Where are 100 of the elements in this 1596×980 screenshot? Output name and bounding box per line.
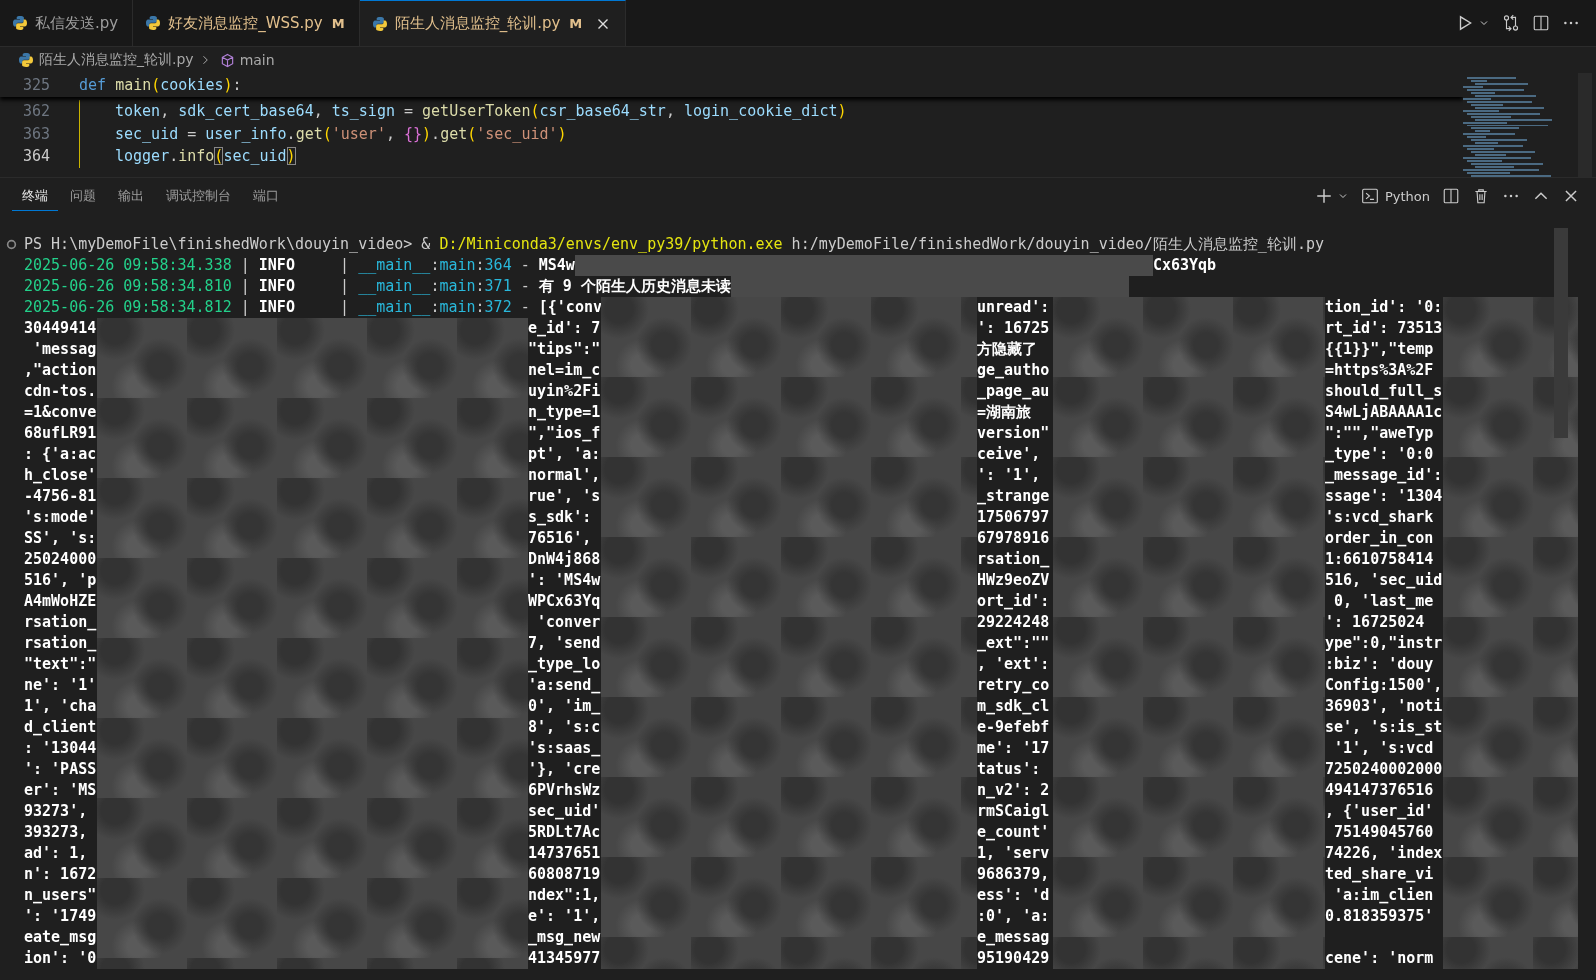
- terminal-text: 68ufLR91: [24, 423, 97, 444]
- terminal-text: rsation_: [24, 633, 97, 654]
- terminal-text: n_v2': 2: [977, 780, 1051, 801]
- terminal-line: 2025-06-26 09:58:34.810 | INFO | __main__:main:371 - 有 9 个陌生人历史消息未读: [24, 276, 731, 297]
- terminal-text: DnW4j868: [528, 549, 601, 570]
- close-icon[interactable]: [1562, 187, 1580, 205]
- line-number: 362: [21, 102, 50, 121]
- terminal-text: , {'user_id': [1325, 801, 1435, 822]
- terminal-text: tion_id': '0:: [1325, 297, 1443, 318]
- terminal-text: 1', 'cha: [24, 696, 97, 717]
- terminal-text: ndex":1,: [528, 885, 601, 906]
- terminal-text: m_sdk_cl: [977, 696, 1051, 717]
- terminal-text: 7250240002000: [1325, 759, 1443, 780]
- terminal-text: 516, 'sec_uid: [1325, 570, 1443, 591]
- terminal-text: ': '1749: [24, 906, 97, 927]
- terminal-text: _type_lo: [528, 654, 601, 675]
- terminal-text: 36903', 'noti: [1325, 696, 1443, 717]
- terminal-text: 67978916: [977, 528, 1051, 549]
- terminal-text: order_in_con: [1325, 528, 1435, 549]
- terminal-text: ,"action: [24, 360, 97, 381]
- terminal-line: 2025-06-26 09:58:34.338 | INFO | __main__:main:364 - MS4w: [24, 255, 575, 276]
- terminal-text: 's:saas_: [528, 738, 601, 759]
- terminal-text: 25024000: [24, 549, 97, 570]
- editor-tab[interactable]: 好友消息监控_WSS.py M: [133, 0, 360, 46]
- terminal-text: 9686379,: [977, 864, 1051, 885]
- terminal-text: 0, 'last_me: [1333, 591, 1435, 612]
- terminal-text: rsation_: [24, 612, 97, 633]
- terminal-text: ': '1',: [977, 465, 1042, 486]
- terminal-text: 's:mode': [24, 507, 97, 528]
- terminal-line: 2025-06-26 09:58:34.812 | INFO | __main__:main:372 - [{'conv: [24, 297, 601, 318]
- terminal-text: Cx63Yqb: [1152, 255, 1217, 276]
- terminal-line: PS H:\myDemoFile\finishedWork\douyin_video> & D:/Miniconda3/envs/env_py39/python.exe h:/myDemoFile/finishedWork/douyin_video/陌生人消息监控_轮训.py: [24, 234, 1324, 255]
- terminal-text: sec_uid': [528, 801, 601, 822]
- panel-tab[interactable]: 输出: [108, 181, 154, 211]
- terminal-text: ssage': '1304: [1325, 486, 1443, 507]
- terminal-text: 8', 's:c: [528, 717, 601, 738]
- terminal-text: ion': '0: [24, 948, 97, 969]
- terminal-text: ype":0,"instr: [1325, 633, 1443, 654]
- terminal-text: -4756-81: [24, 486, 97, 507]
- terminal-text: '1', 's:vcd: [1333, 738, 1435, 759]
- panel-tab[interactable]: 调试控制台: [156, 181, 241, 211]
- terminal-text: '}, 'cre: [528, 759, 601, 780]
- terminal-text: version": [977, 423, 1051, 444]
- terminal-text: er': 'MS: [24, 780, 97, 801]
- panel-tab[interactable]: 端口: [243, 181, 289, 211]
- terminal-text: tatus':: [977, 759, 1042, 780]
- split-editor-icon[interactable]: [1532, 14, 1550, 32]
- python-icon: [145, 15, 162, 31]
- terminal-text: should_full_s: [1325, 381, 1443, 402]
- terminal-text: e_id': 7: [528, 318, 601, 339]
- trash-icon[interactable]: [1472, 187, 1490, 205]
- plus-icon[interactable]: [1314, 187, 1333, 205]
- terminal-text: 60808719: [528, 864, 601, 885]
- command-marker-icon: [6, 239, 17, 250]
- terminal-text: cene': 'norm: [1325, 948, 1435, 969]
- terminal-text: 75149045760: [1333, 822, 1435, 843]
- terminal-text: "tips":": [528, 339, 601, 360]
- scrollbar[interactable]: [1554, 228, 1568, 438]
- terminal-text: S4wLjABAAAA1c: [1325, 402, 1443, 423]
- panel-tab[interactable]: 问题: [60, 181, 106, 211]
- compare-changes-icon[interactable]: [1502, 14, 1520, 32]
- terminal-text: d_client: [24, 717, 97, 738]
- modified-label: M: [569, 16, 583, 31]
- terminal-text: nel=im_c: [528, 360, 601, 381]
- terminal-text: ","ios_f: [528, 423, 601, 444]
- terminal-text: 5RDLt7Ac: [528, 822, 601, 843]
- terminal-text: : {'a:ac: [24, 444, 97, 465]
- code-line: def main(cookies):: [79, 76, 242, 94]
- terminal-text: 30449414: [24, 318, 97, 339]
- cube-icon: [219, 52, 235, 68]
- line-number: 363: [21, 124, 50, 143]
- terminal-text: _page_au: [977, 381, 1051, 402]
- terminal-text: ted_share_vi: [1325, 864, 1435, 885]
- terminal-text: ': 'PASS: [24, 759, 97, 780]
- terminal-text: e_count': [977, 822, 1051, 843]
- terminal-text: ': 16725: [977, 318, 1051, 339]
- breadcrumb-file[interactable]: 陌生人消息监控_轮训.py: [39, 51, 194, 69]
- terminal-text: ad': 1,: [24, 843, 89, 864]
- terminal-profile-button[interactable]: Python: [1360, 187, 1430, 205]
- terminal-text: ': 'MS4w: [528, 570, 601, 591]
- split-terminal-icon[interactable]: [1442, 187, 1460, 205]
- code-line: sec_uid = user_info.get('user', {}).get('sec_uid'): [79, 122, 567, 145]
- terminal-text: rt_id': 73513: [1325, 318, 1443, 339]
- code-line: token, sdk_cert_base64, ts_sign = getUserToken(csr_base64_str, login_cookie_dict): [79, 100, 847, 123]
- terminal-text: n_users": [24, 885, 97, 906]
- terminal-text: 17506797: [977, 507, 1051, 528]
- terminal-text: pt', 'a:: [528, 444, 601, 465]
- terminal-text: 516', 'p: [24, 570, 97, 591]
- editor-tab[interactable]: 陌生人消息监控_轮训.py M: [359, 0, 627, 46]
- terminal-text: cdn-tos.: [24, 381, 97, 402]
- editor-tab[interactable]: 私信发送.py: [0, 0, 134, 46]
- terminal-text: unread':: [977, 297, 1051, 318]
- terminal-text: _type': '0:0: [1325, 444, 1435, 465]
- terminal-text: 's:vcd_shark: [1325, 507, 1435, 528]
- panel-tab[interactable]: 终端: [12, 181, 58, 211]
- python-icon: [12, 15, 28, 31]
- terminal-text: ne': '1': [24, 675, 97, 696]
- terminal-text: uyin%2Fi: [528, 381, 601, 402]
- terminal-text: 74226, 'index: [1325, 843, 1443, 864]
- breadcrumb-symbol[interactable]: main: [239, 52, 275, 68]
